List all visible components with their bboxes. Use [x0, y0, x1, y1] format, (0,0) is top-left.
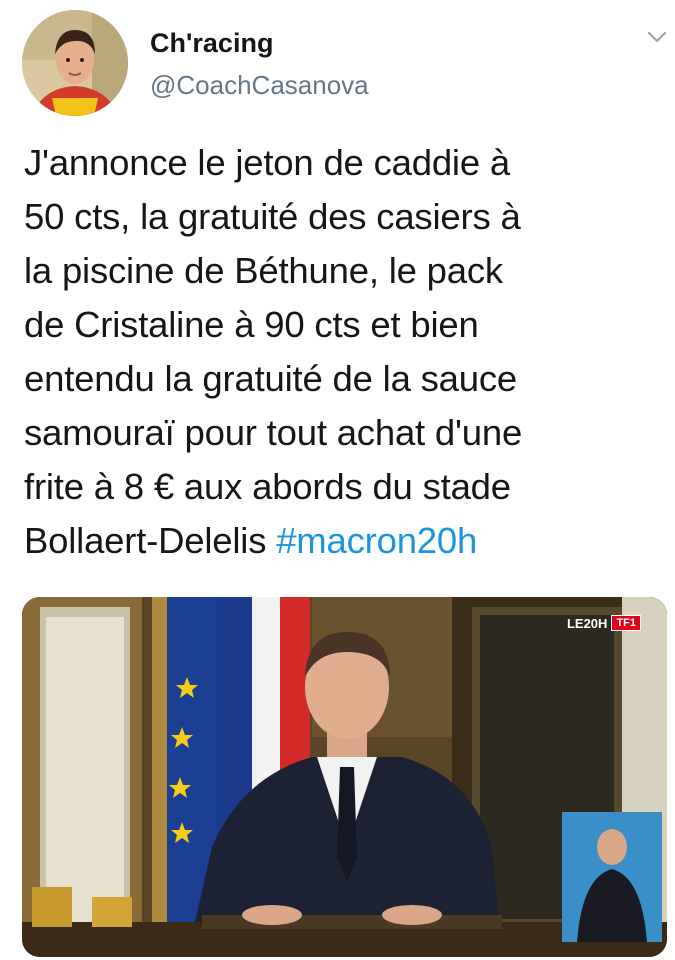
- channel-logo: LE20H TF1: [567, 615, 641, 631]
- tweet-header: Ch'racing @CoachCasanova: [0, 0, 675, 125]
- tweet-text-fragment: Bollaert-Delelis: [24, 520, 277, 561]
- chevron-down-icon[interactable]: [646, 28, 668, 46]
- tweet-text-line: la piscine de Béthune, le pack: [24, 250, 503, 291]
- tweet-text-line: entendu la gratuité de la sauce: [24, 358, 518, 399]
- author-handle[interactable]: @CoachCasanova: [150, 70, 369, 101]
- channel-logo-tf1: TF1: [611, 615, 641, 631]
- avatar-image: [22, 10, 128, 116]
- avatar[interactable]: [22, 10, 128, 116]
- author-display-name[interactable]: Ch'racing: [150, 28, 273, 59]
- broadcast-scene: [22, 597, 667, 957]
- tweet-text-line: frite à 8 € aux abords du stade: [24, 466, 511, 507]
- tweet-text-line: de Cristaline à 90 cts et bien: [24, 304, 479, 345]
- tweet-text-line: Bollaert-Delelis #macron20h: [24, 514, 654, 568]
- channel-logo-text: LE20H: [566, 615, 608, 631]
- tweet-media-image[interactable]: LE20H TF1: [22, 597, 667, 957]
- tweet-text-line: J'annonce le jeton de caddie à: [24, 142, 510, 183]
- tweet-text-line: 50 cts, la gratuité des casiers à: [24, 196, 521, 237]
- tweet-text: J'annonce le jeton de caddie à 50 cts, l…: [24, 136, 654, 568]
- tweet-text-line: samouraï pour tout achat d'une: [24, 412, 523, 453]
- hashtag-link[interactable]: #macron20h: [276, 520, 477, 561]
